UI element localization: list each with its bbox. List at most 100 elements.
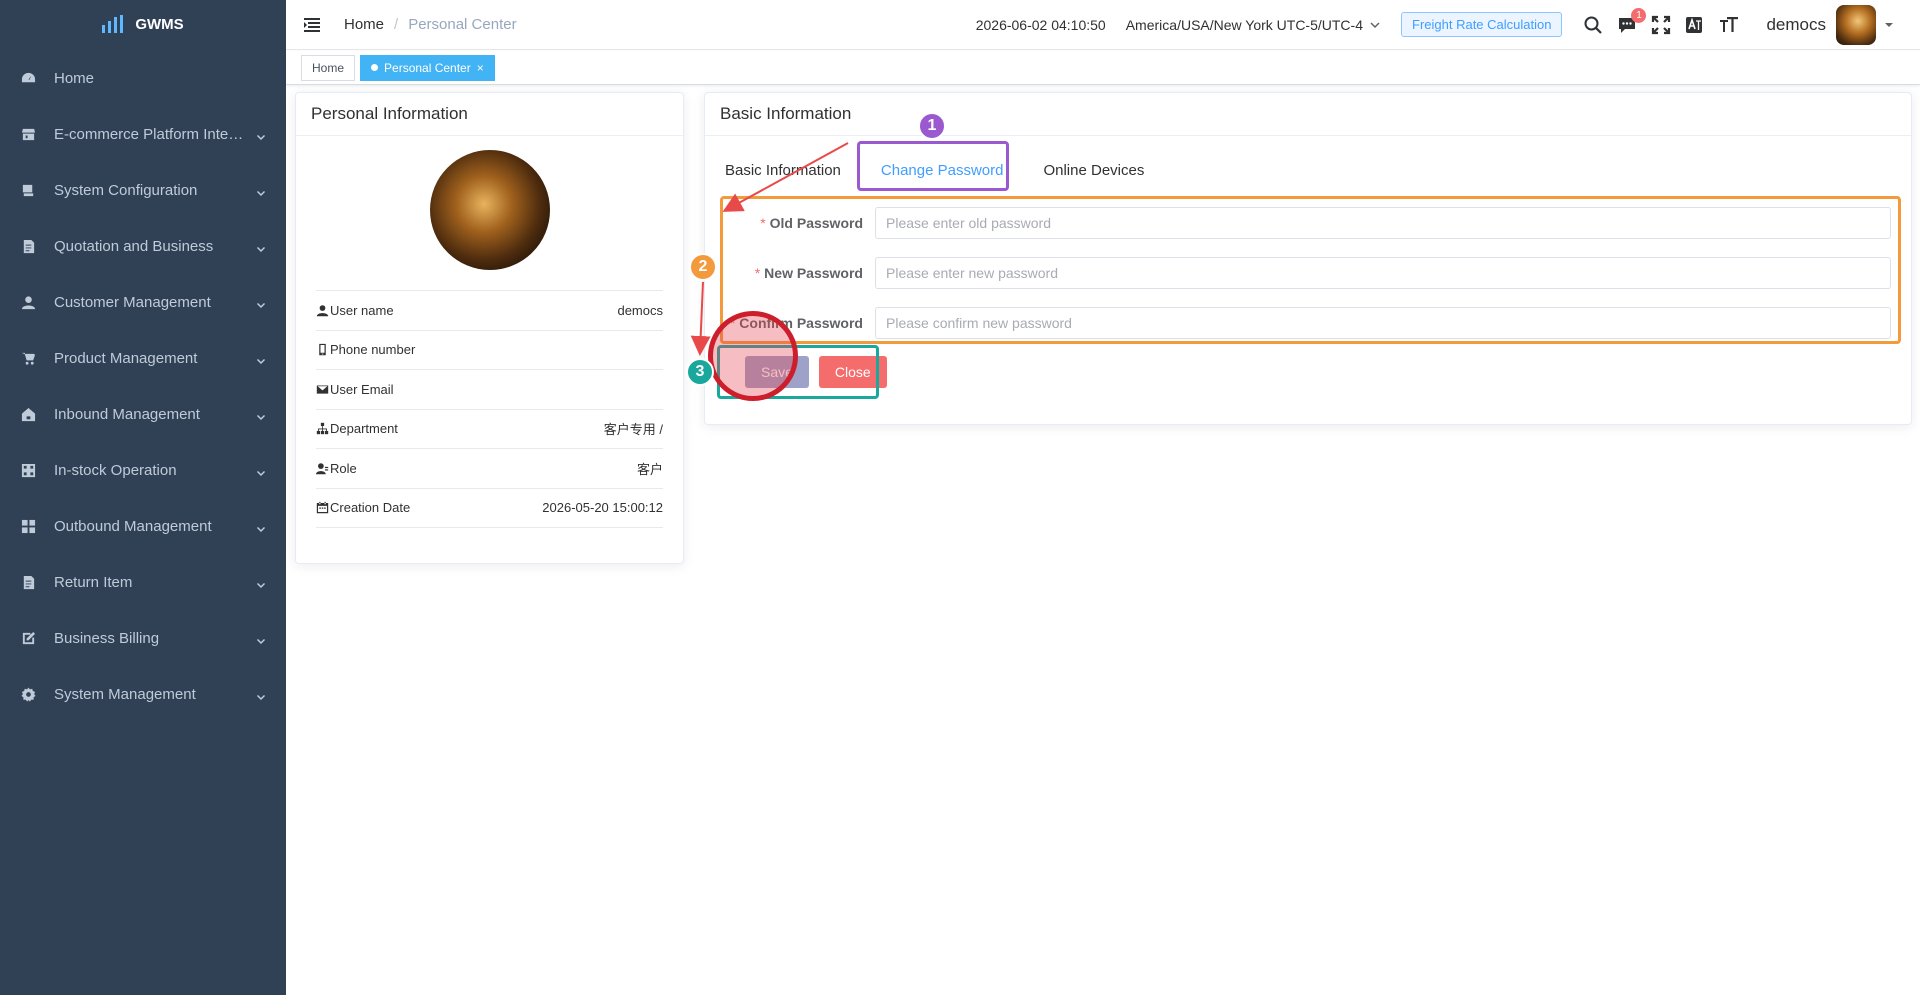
- current-datetime: 2026-06-02 04:10:50: [975, 16, 1106, 33]
- chevron-down-icon[interactable]: [256, 577, 266, 589]
- phone-icon: [316, 343, 329, 356]
- chevron-down-icon: [1370, 21, 1380, 28]
- sidebar-item-label: Inbound Management: [54, 405, 200, 423]
- tag-home[interactable]: Home: [301, 54, 356, 81]
- info-label: Phone number: [330, 342, 416, 358]
- house-icon: [20, 406, 36, 422]
- cart-icon: [20, 350, 36, 366]
- message-icon[interactable]: 1: [1616, 7, 1647, 36]
- sidebar-item-product-management[interactable]: Product Management: [0, 330, 286, 386]
- tag-personal-center[interactable]: Personal Center ×: [360, 54, 495, 81]
- sidebar-item-label: Product Management: [54, 349, 198, 367]
- translate-icon[interactable]: [1684, 14, 1706, 36]
- annotation-step-2: 2: [689, 253, 717, 281]
- chevron-down-icon[interactable]: [256, 633, 266, 645]
- chevron-down-icon[interactable]: [256, 241, 266, 253]
- tags-view: Home Personal Center ×: [286, 51, 1920, 85]
- info-label: Creation Date: [330, 500, 411, 516]
- fullscreen-icon[interactable]: [1650, 14, 1672, 36]
- sidebar-item-system-management[interactable]: System Management: [0, 666, 286, 722]
- close-tag-icon[interactable]: ×: [477, 61, 484, 75]
- sidebar-item-e-commerce-platform-integr[interactable]: E-commerce Platform Integr...: [0, 106, 286, 162]
- dashboard-icon: [20, 70, 36, 86]
- info-row-role: Role 客户: [316, 449, 663, 489]
- document-icon: [20, 238, 36, 254]
- logo-icon: [102, 15, 124, 33]
- calendar-icon: [316, 501, 329, 514]
- sidebar-item-return-item[interactable]: Return Item: [0, 554, 286, 610]
- chevron-down-icon[interactable]: [256, 353, 266, 365]
- sidebar-item-outbound-management[interactable]: Outbound Management: [0, 498, 286, 554]
- chevron-down-icon[interactable]: [256, 297, 266, 309]
- chevron-down-icon[interactable]: [256, 689, 266, 701]
- sidebar-item-label: Quotation and Business: [54, 237, 214, 255]
- annotation-highlight-circle: [708, 311, 798, 401]
- breadcrumb-home[interactable]: Home: [344, 16, 384, 33]
- timezone-value: America/USA/New York UTC-5/UTC-4: [1125, 16, 1363, 33]
- mail-icon: [316, 383, 329, 396]
- breadcrumb-current: Personal Center: [408, 16, 517, 33]
- basic-info-title: Basic Information: [705, 93, 1911, 136]
- annotation-step-1: 1: [918, 112, 946, 140]
- sidebar-item-label: Business Billing: [54, 629, 160, 647]
- app-name: GWMS: [135, 15, 184, 33]
- sidebar-item-business-billing[interactable]: Business Billing: [0, 610, 286, 666]
- user-icon: [20, 294, 36, 310]
- app-logo[interactable]: GWMS: [0, 0, 286, 48]
- annotation-box-tab: [857, 141, 1009, 191]
- caret-down-icon[interactable]: [1884, 20, 1894, 30]
- tab-basic-information[interactable]: Basic Information: [725, 150, 861, 190]
- sidebar-item-label: Outbound Management: [54, 517, 212, 535]
- info-label: User Email: [330, 381, 394, 397]
- chevron-down-icon[interactable]: [256, 185, 266, 197]
- timezone-select[interactable]: America/USA/New York UTC-5/UTC-4: [1126, 17, 1381, 33]
- sidebar-item-quotation-and-business[interactable]: Quotation and Business: [0, 218, 286, 274]
- active-dot-icon: [371, 64, 379, 71]
- font-size-icon[interactable]: [1718, 14, 1740, 36]
- sidebar-item-label: System Configuration: [54, 181, 198, 199]
- profile-avatar[interactable]: [429, 150, 550, 270]
- info-row-user-email: User Email: [316, 370, 663, 410]
- info-row-phone-number: Phone number: [316, 331, 663, 370]
- sidebar-menu: Home E-commerce Platform Integr... System …: [0, 50, 286, 722]
- tab-online-devices[interactable]: Online Devices: [1023, 150, 1164, 190]
- top-navbar: Home / Personal Center 2026-06-02 04:10:…: [286, 0, 1920, 50]
- info-row-creation-date: Creation Date 2026-05-20 15:00:12: [316, 489, 663, 528]
- user-icon: [316, 304, 329, 317]
- document-icon: [20, 574, 36, 590]
- sidebar: GWMS Home E-commerce Platform Integr... Sy…: [0, 0, 286, 995]
- tree-icon: [316, 422, 329, 435]
- annotation-step-3: 3: [686, 358, 714, 386]
- config-icon: [20, 182, 36, 198]
- personal-info-title: Personal Information: [296, 93, 683, 136]
- info-label: User name: [330, 302, 394, 318]
- sidebar-item-system-configuration[interactable]: System Configuration: [0, 162, 286, 218]
- annotation-box-form: [720, 196, 1901, 344]
- user-avatar[interactable]: [1836, 4, 1876, 45]
- hamburger-icon[interactable]: [304, 17, 320, 32]
- info-row-department: Department 客户专用 /: [316, 410, 663, 449]
- grid-icon: [20, 462, 36, 478]
- chevron-down-icon[interactable]: [256, 129, 266, 141]
- role-icon: [316, 462, 329, 475]
- chevron-down-icon[interactable]: [256, 409, 266, 421]
- sidebar-item-inbound-management[interactable]: Inbound Management: [0, 386, 286, 442]
- info-label: Role: [330, 460, 357, 476]
- sidebar-item-home[interactable]: Home: [0, 50, 286, 106]
- freight-rate-button[interactable]: Freight Rate Calculation: [1401, 12, 1563, 37]
- gear-icon: [20, 686, 36, 702]
- sidebar-item-label: Customer Management: [54, 293, 211, 311]
- sidebar-item-in-stock-operation[interactable]: In-stock Operation: [0, 442, 286, 498]
- info-row-user-name: User name democs: [316, 291, 663, 331]
- store-icon: [20, 126, 36, 142]
- search-icon[interactable]: [1582, 14, 1604, 36]
- username[interactable]: democs: [1766, 15, 1826, 35]
- chevron-down-icon[interactable]: [256, 465, 266, 477]
- breadcrumb-separator: /: [394, 16, 399, 33]
- message-badge: 1: [1631, 7, 1647, 23]
- chevron-down-icon[interactable]: [256, 521, 266, 533]
- personal-info-list: User name democs Phone number User Email Dep…: [316, 290, 663, 528]
- sidebar-item-customer-management[interactable]: Customer Management: [0, 274, 286, 330]
- sidebar-item-label: E-commerce Platform Integr...: [54, 125, 248, 143]
- edit-icon: [20, 630, 36, 646]
